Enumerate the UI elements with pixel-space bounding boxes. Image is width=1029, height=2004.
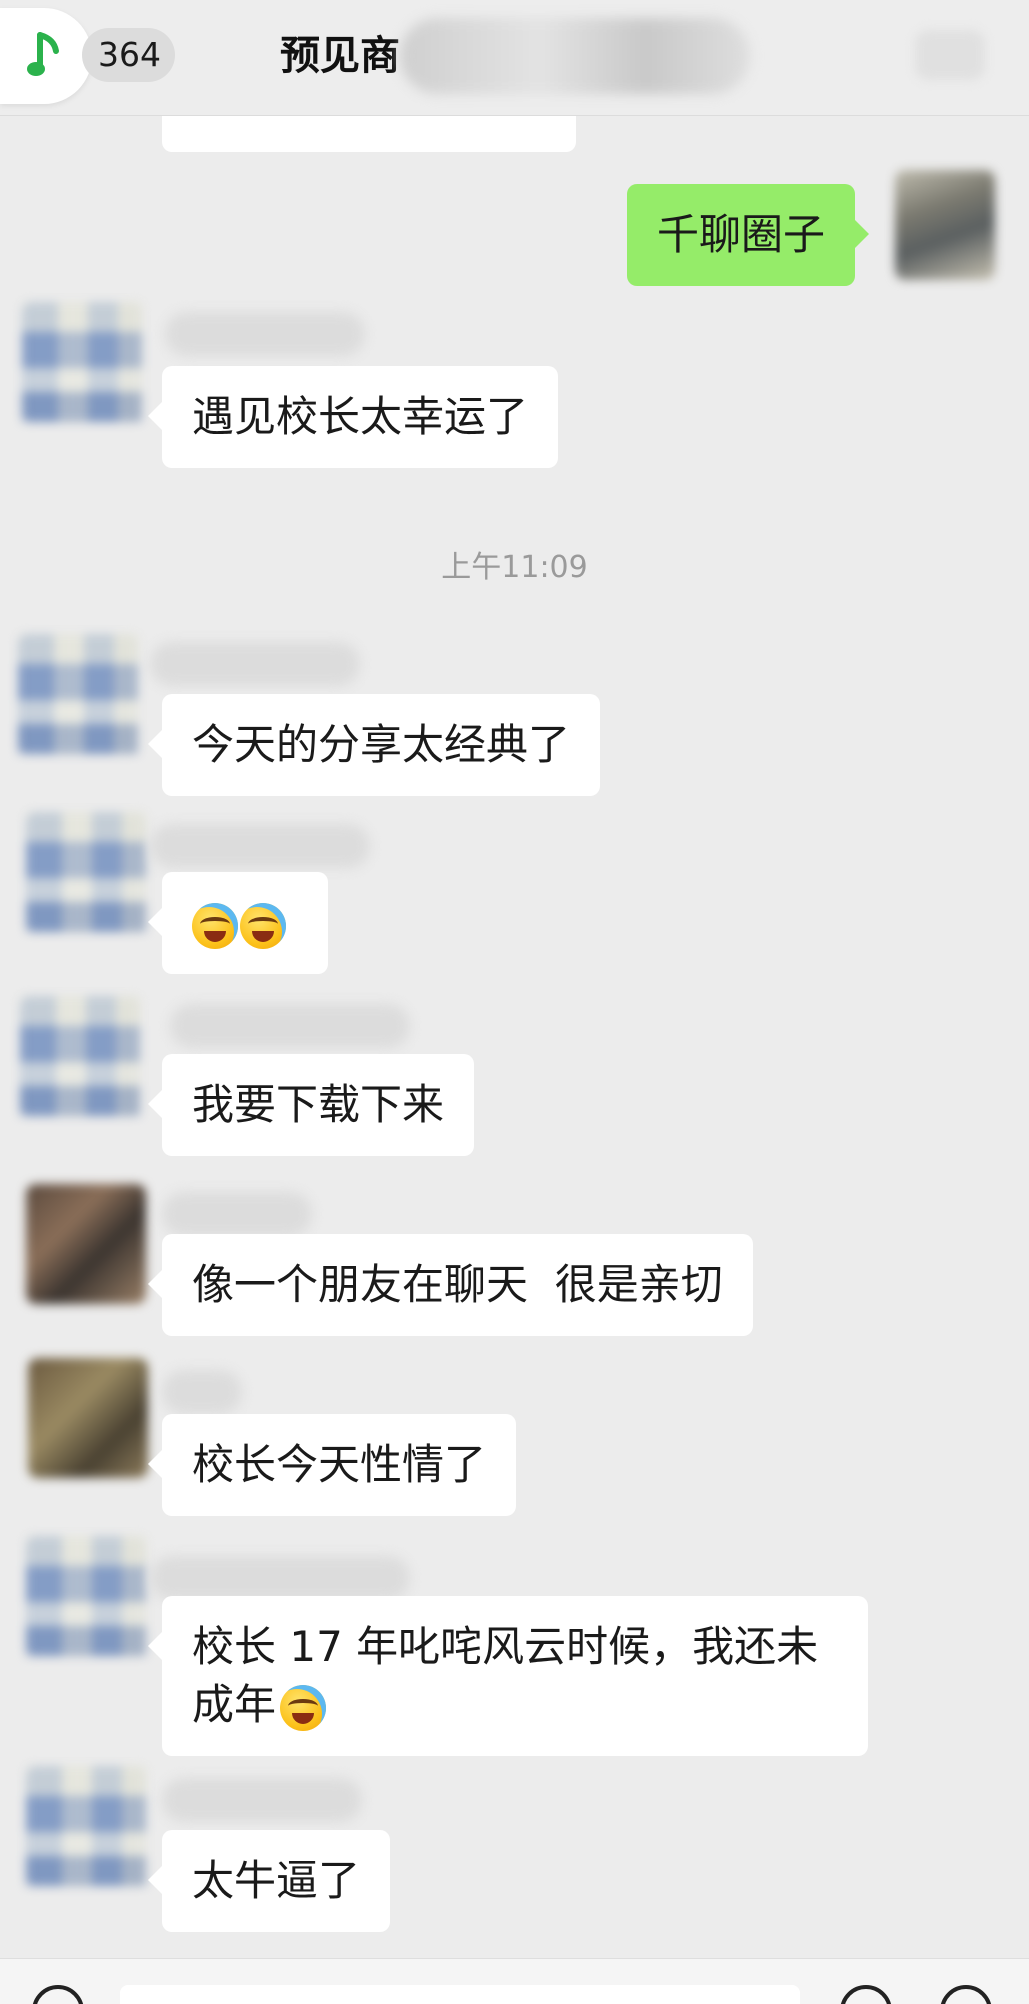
message-bubble-emoji[interactable] xyxy=(148,872,328,974)
message-bubble-self[interactable]: 千聊圈子 xyxy=(627,184,870,286)
message-bubble[interactable]: 校长今天性情了 xyxy=(147,1414,517,1516)
sender-name xyxy=(170,1004,410,1048)
sender-name xyxy=(150,1556,410,1600)
sender-avatar[interactable] xyxy=(26,812,146,932)
sender-avatar[interactable] xyxy=(20,996,140,1116)
sender-name xyxy=(162,1778,362,1822)
emoji-picker-icon[interactable] xyxy=(840,1985,892,2004)
voice-toggle-icon[interactable] xyxy=(32,1985,84,2004)
music-floating-button[interactable] xyxy=(0,8,92,104)
tears-of-joy-emoji-icon xyxy=(280,1684,327,1731)
chat-title: 预见商 xyxy=(280,33,400,79)
input-bar xyxy=(0,1958,1029,2004)
message-bubble[interactable]: 像一个朋友在聊天 很是亲切 xyxy=(148,1234,753,1336)
sender-avatar[interactable] xyxy=(28,1358,148,1478)
facepalm-emoji-icon xyxy=(192,902,238,949)
message-input[interactable] xyxy=(120,1985,800,2004)
self-avatar[interactable] xyxy=(895,170,995,280)
sender-name xyxy=(162,1192,312,1236)
message-list[interactable]: 千聊圈子 遇见校长太幸运了 上午11:09 今天的分享太经典了 我要下载下来 像… xyxy=(0,0,1029,2004)
facepalm-emoji-icon xyxy=(240,902,286,949)
message-bubble[interactable]: 遇见校长太幸运了 xyxy=(147,366,559,468)
message-bubble[interactable]: 太牛逼了 xyxy=(147,1830,391,1932)
chat-header: 364 预见商 xyxy=(0,0,1029,116)
sender-avatar[interactable] xyxy=(26,1184,146,1304)
sender-name xyxy=(162,1370,242,1414)
message-timestamp: 上午11:09 xyxy=(441,550,588,585)
message-bubble[interactable]: 今天的分享太经典了 xyxy=(147,694,601,796)
sender-avatar[interactable] xyxy=(26,1766,146,1886)
sender-avatar[interactable] xyxy=(18,634,138,754)
more-actions-icon[interactable] xyxy=(940,1985,992,2004)
sender-avatar[interactable] xyxy=(26,1536,146,1656)
sender-name xyxy=(165,312,365,356)
sender-name xyxy=(150,824,370,868)
redacted-title xyxy=(400,18,750,94)
message-bubble[interactable]: 我要下载下来 xyxy=(147,1054,475,1156)
sender-avatar[interactable] xyxy=(22,302,142,422)
unread-count-badge[interactable]: 364 xyxy=(82,28,175,82)
sender-name xyxy=(150,642,360,686)
music-note-icon xyxy=(27,32,59,76)
more-options-icon[interactable] xyxy=(915,30,985,80)
message-bubble[interactable]: 校长 17 年叱咤风云时候，我还未成年 xyxy=(148,1596,868,1756)
